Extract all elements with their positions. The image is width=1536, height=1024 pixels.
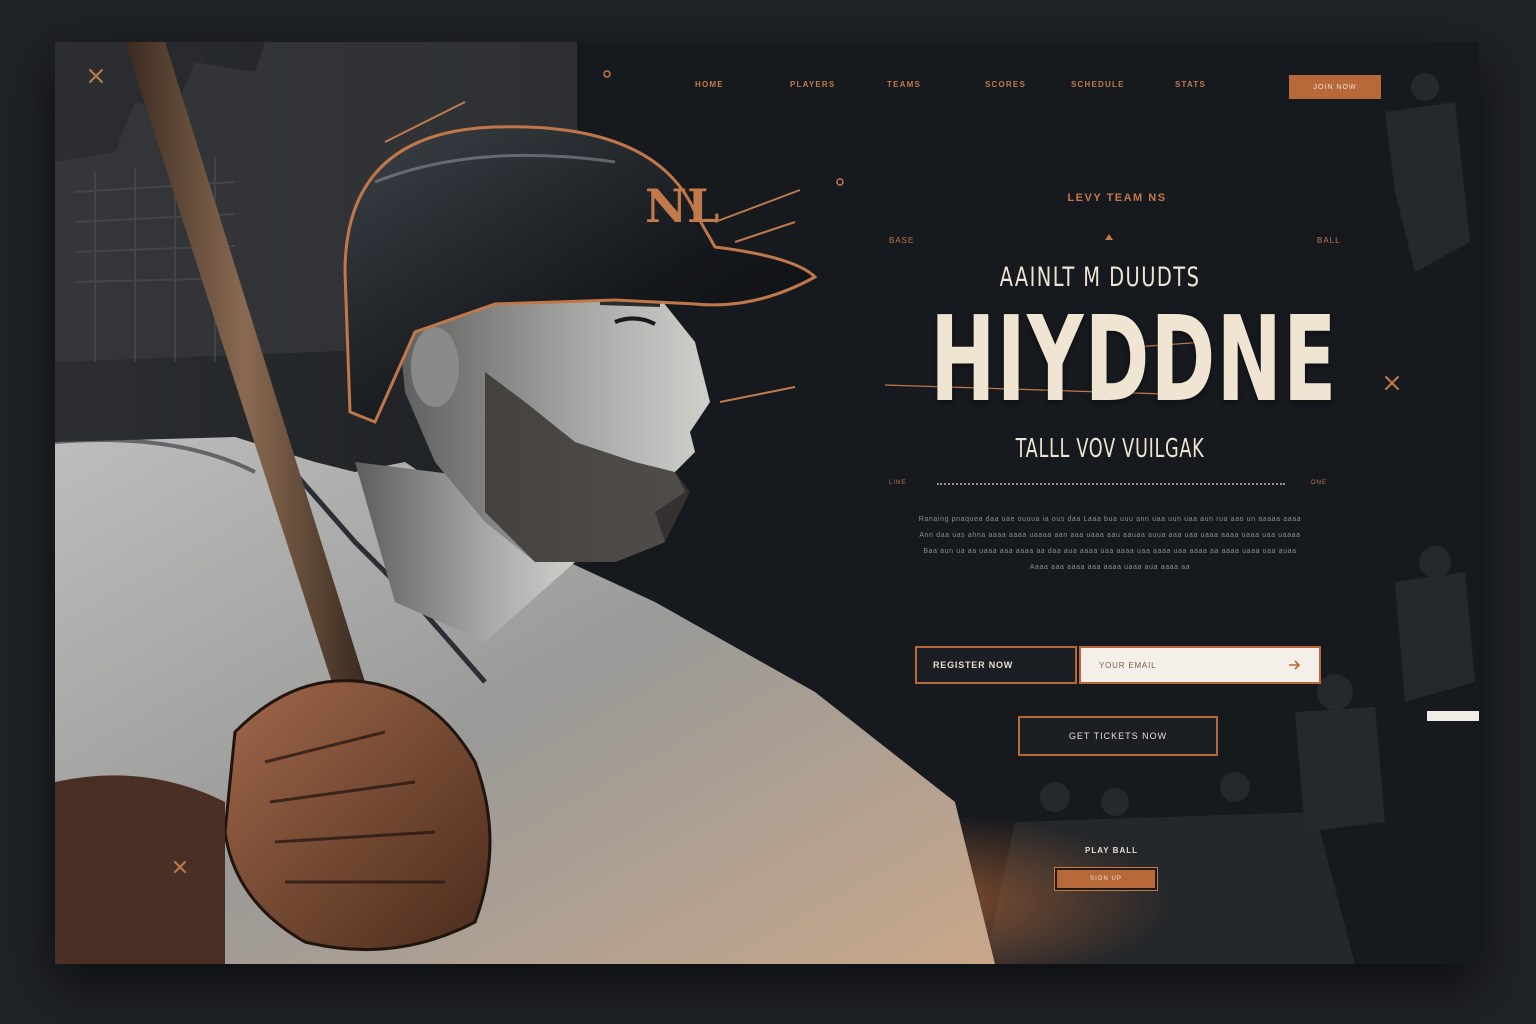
nav-item-teams[interactable]: TEAMS xyxy=(887,80,921,92)
nav-item-home[interactable]: HOME xyxy=(695,80,724,92)
hero-side-label-right: BALL xyxy=(1317,236,1341,245)
rule-label-right: ONE xyxy=(1311,480,1328,486)
register-now-button[interactable]: REGISTER NOW xyxy=(915,646,1077,684)
body-line: Aaaa aaa aaaa aaa aaaa uaaa aua aaaa aa xyxy=(1029,564,1191,571)
body-line: Baa aun ua aa uaaa aaa aaaa aa daa aua a… xyxy=(923,548,1297,555)
landing-page: NL HOME PLAYERS TEAMS SCORES SCHEDULE ST… xyxy=(55,42,1479,964)
nav-item-stats[interactable]: STATS xyxy=(1175,80,1206,92)
svg-text:NL: NL xyxy=(645,179,719,233)
sign-up-button[interactable]: SIGN UP xyxy=(1054,867,1158,891)
hero-body-text: Ranaing pnaquea daa uae ouuua ia ous daa… xyxy=(885,512,1335,576)
get-tickets-button[interactable]: GET TICKETS NOW xyxy=(1018,716,1218,756)
email-input[interactable] xyxy=(1079,646,1321,684)
join-now-button[interactable]: JOIN NOW xyxy=(1289,75,1381,99)
signup-form: REGISTER NOW xyxy=(915,646,1321,688)
hero-headline: HIYDDNE xyxy=(930,290,1338,428)
hero-subtitle: AAINLT M DUUDTS xyxy=(999,262,1201,293)
hero-tagline: TALLL VOV VUILGAK xyxy=(1015,434,1205,464)
dotted-divider xyxy=(937,483,1285,485)
hero-illustration: NL xyxy=(55,42,1475,964)
arrow-right-icon[interactable] xyxy=(1287,658,1301,672)
play-ball-caption: PLAY BALL xyxy=(1085,846,1139,855)
rule-label-left: LINE xyxy=(889,480,907,486)
side-accent-bar xyxy=(1427,711,1479,721)
top-navigation: HOME PLAYERS TEAMS SCORES SCHEDULE STATS… xyxy=(55,42,1479,132)
hero-eyebrow: LEVY TEAM NS xyxy=(1067,192,1167,204)
nav-item-players[interactable]: PLAYERS xyxy=(790,80,835,92)
nav-item-schedule[interactable]: SCHEDULE xyxy=(1071,80,1125,92)
nav-item-scores[interactable]: SCORES xyxy=(985,80,1026,92)
hero-side-label-left: BASE xyxy=(889,236,915,245)
body-line: Ranaing pnaquea daa uae ouuua ia ous daa… xyxy=(918,516,1302,523)
body-line: Ann daa uas ahna aaaa aaaa uaaaa aan aaa… xyxy=(919,532,1301,539)
